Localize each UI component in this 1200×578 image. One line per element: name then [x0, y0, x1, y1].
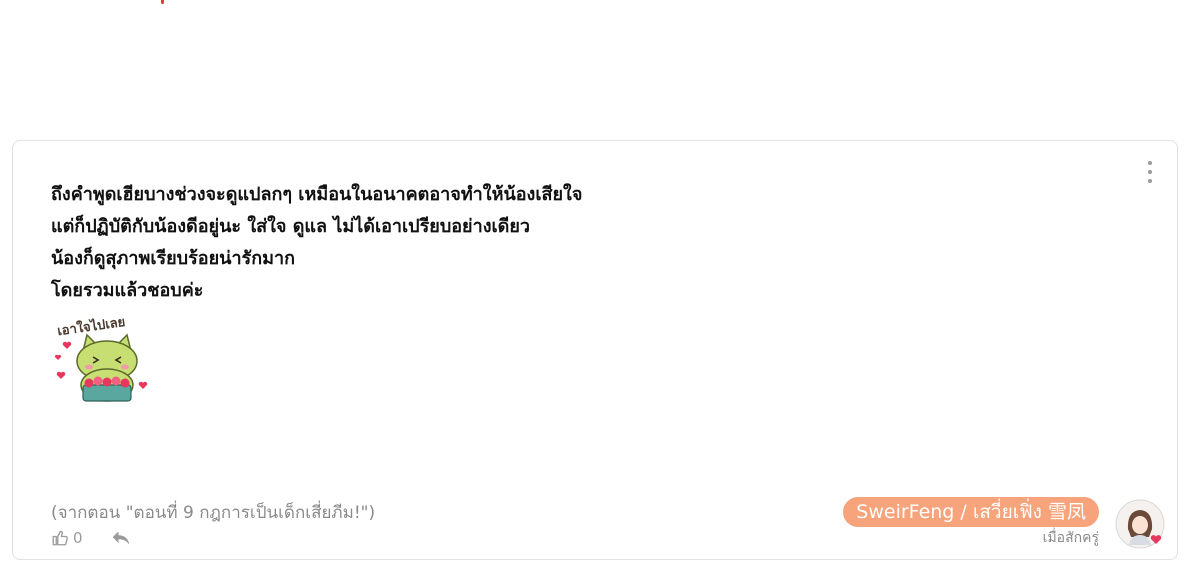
- flower: [120, 378, 130, 388]
- flower: [102, 377, 112, 387]
- cat-cheek: [121, 364, 129, 370]
- cat-cheek: [85, 364, 93, 370]
- thumbs-up-icon: [52, 530, 68, 546]
- heart-icon: [54, 354, 62, 360]
- flower: [84, 378, 94, 388]
- comment-actions: 0: [51, 529, 131, 547]
- heart-icon: [62, 341, 72, 349]
- author-role: เมื่อสักครู่: [1042, 530, 1099, 546]
- more-options-icon[interactable]: [1143, 161, 1157, 183]
- cat-sticker: เอาใจไปเลย: [54, 313, 148, 402]
- comment-line: ถึงคำพูดเฮียบางช่วงจะดูแปลกๆ เหมือนในอนา…: [51, 184, 583, 205]
- heart-icon: [56, 371, 66, 379]
- flower: [93, 376, 103, 386]
- comment-card: ถึงคำพูดเฮียบางช่วงจะดูแปลกๆ เหมือนในอนา…: [12, 140, 1178, 560]
- flower: [111, 376, 121, 386]
- more-dot: [1148, 161, 1152, 165]
- avatar-face: [1132, 516, 1148, 534]
- comment-line: แต่ก็ปฏิบัติกับน้องดีอยู่นะ ใส่ใจ ดูแล ไ…: [51, 216, 530, 237]
- top-red-mark: [161, 0, 164, 4]
- more-dot: [1148, 179, 1152, 183]
- flower-basket: [82, 384, 132, 402]
- reply-button[interactable]: [111, 529, 131, 547]
- heart-icon: [138, 381, 148, 389]
- avatar[interactable]: [1115, 499, 1165, 549]
- comment-line: โดยรวมแล้วชอบค่ะ: [51, 280, 204, 301]
- like-count: 0: [73, 529, 83, 547]
- comment-body: ถึงคำพูดเฮียบางช่วงจะดูแปลกๆ เหมือนในอนา…: [51, 179, 811, 307]
- more-dot: [1148, 170, 1152, 174]
- author-name-badge[interactable]: SweirFeng / เสวี่ยเฟิ่ง 雪凤: [843, 497, 1099, 527]
- comment-line: น้องก็ดูสุภาพเรียบร้อยน่ารักมาก: [51, 248, 295, 269]
- chapter-source: (จากตอน "ตอนที่ 9 กฎการเป็นเด็กเสี่ยภีม!…: [51, 503, 376, 523]
- sticker-caption: เอาใจไปเลย: [56, 313, 126, 339]
- like-button[interactable]: 0: [51, 529, 83, 547]
- reply-icon: [112, 531, 129, 545]
